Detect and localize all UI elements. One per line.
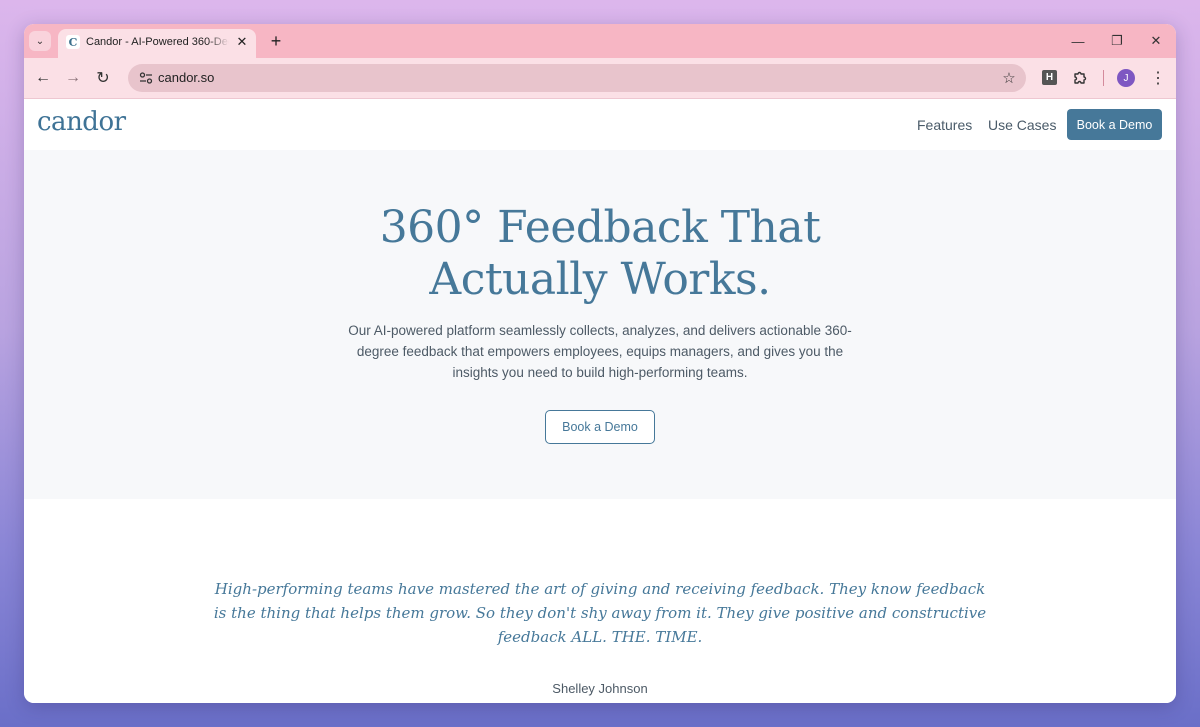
hero-book-demo-button[interactable]: Book a Demo <box>545 410 655 444</box>
tab-search-button[interactable]: ⌄ <box>29 31 51 51</box>
testimonial-author: Shelley Johnson <box>552 681 648 696</box>
close-icon[interactable]: ✕ <box>234 34 250 50</box>
forward-button[interactable]: → <box>62 67 84 89</box>
new-tab-button[interactable]: + <box>266 31 286 51</box>
testimonial-role: HR Coach & Author <box>500 702 700 703</box>
restore-button[interactable]: ❐ <box>1106 30 1128 52</box>
toolbar-divider <box>1103 70 1104 86</box>
header-book-demo-button[interactable]: Book a Demo <box>1067 109 1162 140</box>
tab-strip: ⌄ C Candor - AI-Powered 360-Degree Feedb… <box>24 24 1176 58</box>
hero-title-line-2: Actually Works. <box>429 254 771 305</box>
back-button[interactable]: ← <box>32 67 54 89</box>
address-bar[interactable]: candor.so ☆ <box>128 64 1026 92</box>
site-logo[interactable]: candor <box>37 107 126 137</box>
hero-title-line-1: 360° Feedback That <box>379 202 821 253</box>
restore-icon: ❐ <box>1111 33 1123 48</box>
arrow-right-icon: → <box>65 69 81 86</box>
web-page: candor Features Use Cases Book a Demo 36… <box>24 99 1176 703</box>
site-header: candor Features Use Cases Book a Demo <box>24 99 1176 150</box>
favicon-icon: C <box>66 35 80 49</box>
nav-link-features[interactable]: Features <box>917 117 972 133</box>
hero-title: 360° Feedback That Actually Works. <box>300 202 900 306</box>
close-window-button[interactable]: ✕ <box>1145 30 1167 52</box>
arrow-left-icon: ← <box>35 69 51 86</box>
reload-button[interactable]: ↻ <box>92 67 114 89</box>
hero-subtitle: Our AI-powered platform seamlessly colle… <box>348 323 852 380</box>
hero-section: 360° Feedback That Actually Works. Our A… <box>24 150 1176 499</box>
browser-menu-icon[interactable]: ⋮ <box>1147 67 1169 89</box>
puzzle-icon <box>1074 71 1087 84</box>
tune-icon <box>139 72 153 84</box>
browser-tab[interactable]: C Candor - AI-Powered 360-Degree Feedbac… <box>58 29 256 58</box>
tab-title: Candor - AI-Powered 360-Degree Feedback <box>86 36 229 48</box>
testimonial-quote: High-performing teams have mastered the … <box>213 580 987 646</box>
browser-toolbar: ← → ↻ candor.so ☆ H J ⋮ <box>24 58 1176 99</box>
nav-link-use-cases[interactable]: Use Cases <box>988 117 1056 133</box>
browser-window: ⌄ C Candor - AI-Powered 360-Degree Feedb… <box>24 24 1176 703</box>
chevron-down-icon: ⌄ <box>35 35 45 47</box>
extensions-button[interactable] <box>1069 67 1091 89</box>
reload-icon: ↻ <box>96 70 110 87</box>
url-text: candor.so <box>158 70 215 85</box>
profile-avatar[interactable]: J <box>1117 69 1135 87</box>
bookmark-star-icon[interactable]: ☆ <box>998 67 1020 89</box>
extension-h-icon[interactable]: H <box>1042 70 1057 85</box>
site-info-button[interactable] <box>136 68 156 88</box>
minimize-button[interactable]: — <box>1067 30 1089 52</box>
minimize-icon: — <box>1071 33 1085 49</box>
close-icon: ✕ <box>1150 33 1162 48</box>
